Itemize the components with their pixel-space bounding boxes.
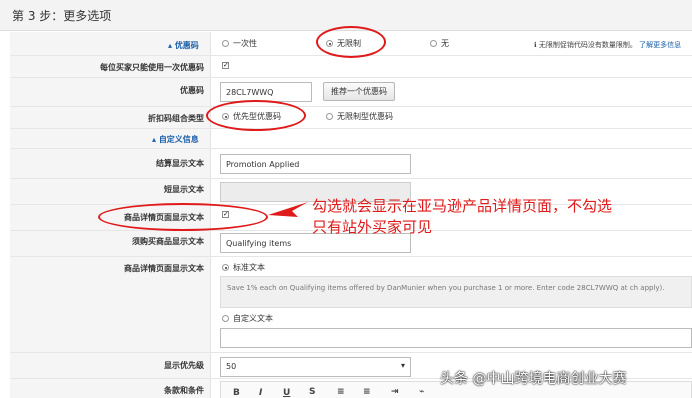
radio-once-label: 一次性 [233, 39, 257, 48]
radio-none-label: 无 [441, 39, 449, 48]
coupon-info-text: 无限制促销代码没有数量限制。 [538, 41, 637, 49]
learn-more-link[interactable]: 了解更多信息 [639, 41, 681, 49]
label-combo-type: 折扣码组合类型 [148, 114, 204, 123]
row-divider [10, 352, 692, 353]
row-divider [10, 106, 692, 107]
radio-once[interactable] [222, 40, 229, 47]
label-terms: 条款和条件 [164, 386, 204, 395]
italic-icon[interactable]: I [259, 388, 262, 398]
row-divider [10, 148, 692, 149]
indent-icon[interactable]: ⇥ [391, 387, 399, 397]
custom-text-input[interactable] [220, 328, 692, 348]
radio-unlimited-coupon[interactable] [326, 113, 333, 120]
list-icon[interactable]: ≡ [363, 387, 371, 397]
radio-custom-text-label: 自定义文本 [233, 314, 273, 323]
row-divider [10, 77, 692, 78]
underline-icon[interactable]: U [283, 388, 290, 398]
annotation-arrow-icon [268, 202, 308, 217]
coupon-info: ℹ 无限制促销代码没有数量限制。 了解更多信息 [534, 40, 681, 50]
watermark: 头条 @中山跨境电商创业大赛 [440, 371, 627, 387]
strikethrough-icon[interactable]: S [309, 387, 315, 397]
label-coupon-code: 优惠码 [180, 86, 204, 95]
priority-select[interactable]: 50 ▾ [220, 357, 411, 377]
label-purchase-text: 须购买商品显示文本 [132, 237, 204, 246]
chevron-up-icon: ▴ [168, 41, 173, 50]
standard-text-description: Save 1% each on Qualifying items offered… [220, 276, 692, 308]
label-detail-page-text-2: 商品详情页面显示文本 [124, 264, 204, 273]
row-divider [10, 256, 692, 257]
label-once-per-customer: 每位买家只能使用一次优惠码 [100, 63, 204, 72]
row-divider [10, 178, 692, 179]
row-divider [10, 128, 692, 129]
label-checkout-text: 结算显示文本 [156, 159, 204, 168]
link-icon[interactable]: ⌁ [419, 387, 424, 397]
radio-custom-text[interactable] [222, 315, 229, 322]
suggest-coupon-button[interactable]: 推荐一个优惠码 [323, 82, 395, 101]
chevron-up-icon: ▴ [152, 135, 157, 144]
custom-info-section-label: 自定义信息 [158, 135, 199, 144]
once-per-customer-checkbox[interactable]: ✓ [222, 62, 229, 69]
coupon-code-input[interactable]: 28CL7WWQ [220, 82, 312, 102]
bold-icon[interactable]: B [233, 388, 240, 398]
radio-standard-text[interactable] [222, 264, 229, 271]
highlight-oval-priority-coupon [206, 100, 306, 131]
custom-info-section-toggle[interactable]: ▴ 自定义信息 [152, 134, 199, 145]
annotation-line-2: 只有站外买家可见 [312, 218, 433, 236]
coupon-section-toggle[interactable]: ▴ 优惠码 [168, 40, 199, 51]
radio-unlimited-coupon-label: 无限制型优惠码 [337, 112, 393, 121]
radio-standard-text-label: 标准文本 [233, 263, 265, 272]
radio-none[interactable] [430, 40, 437, 47]
label-priority: 显示优先级 [164, 361, 204, 370]
chevron-down-icon: ▾ [400, 361, 405, 370]
highlight-oval-detail-page [98, 203, 268, 231]
list-icon[interactable]: ≡ [337, 387, 345, 397]
label-short-text: 短显示文本 [164, 185, 204, 194]
annotation-line-1: 勾选就会显示在亚马逊产品详情页面，不勾选 [312, 197, 613, 215]
page-title: 第 3 步：更多选项 [12, 9, 112, 23]
priority-value: 50 [226, 362, 237, 371]
checkout-text-input[interactable]: Promotion Applied [220, 154, 411, 174]
highlight-oval-unlimited [316, 26, 386, 58]
info-icon: ℹ [534, 41, 537, 49]
coupon-section-label: 优惠码 [174, 41, 199, 50]
